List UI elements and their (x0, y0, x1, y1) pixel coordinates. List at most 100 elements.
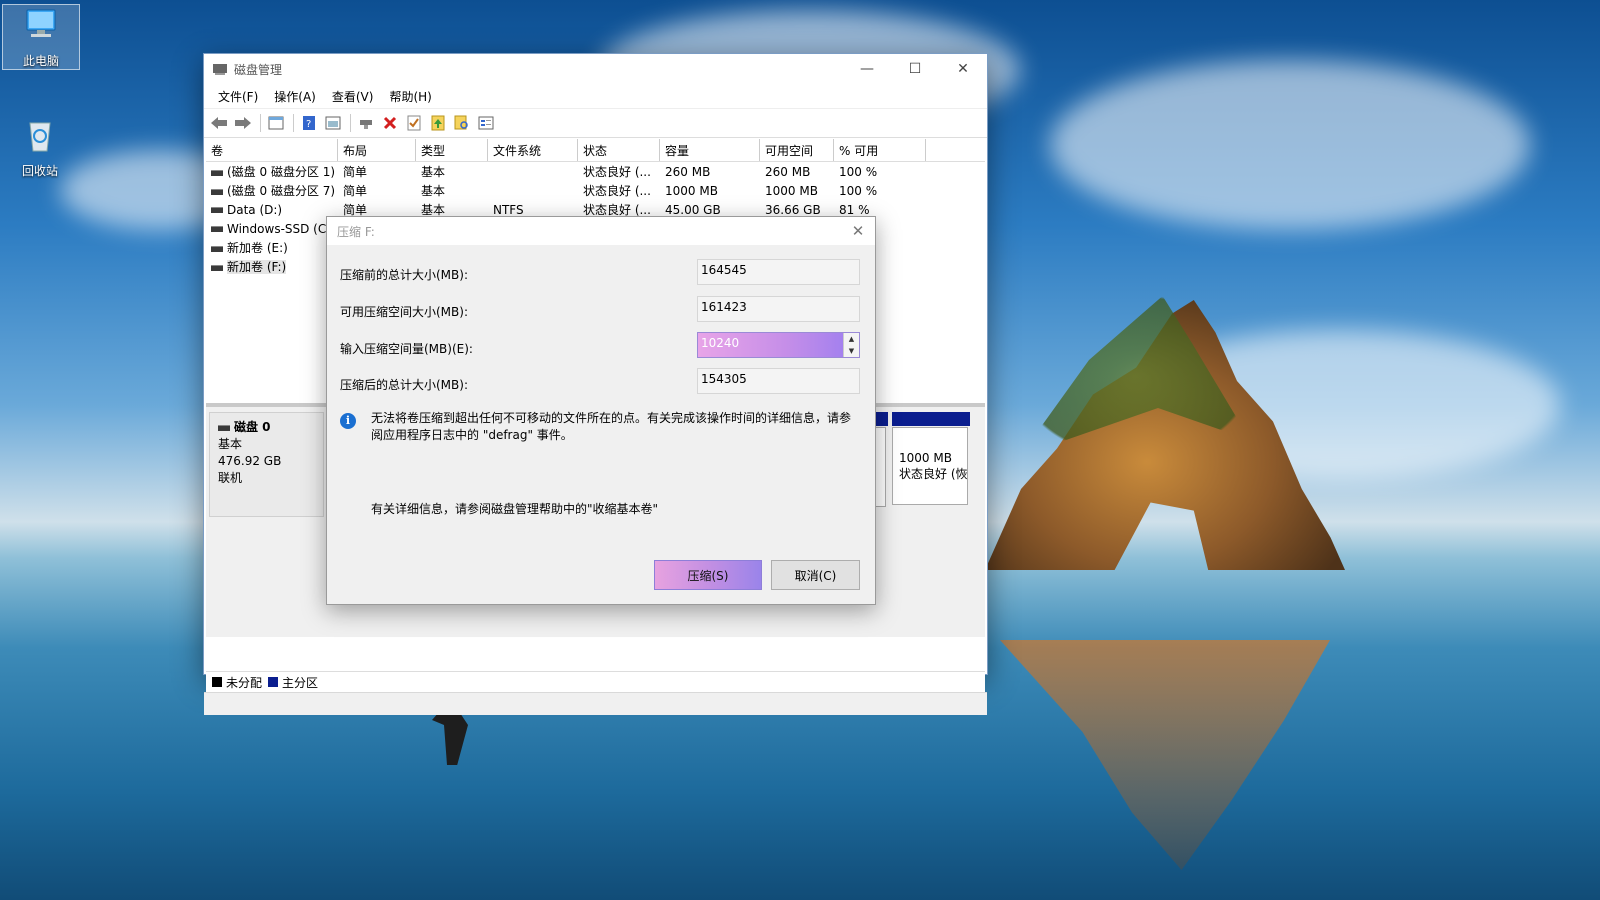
legend-swatch-primary (268, 677, 279, 687)
disk-icon (218, 424, 230, 431)
volume-percent: 100 % (839, 164, 878, 179)
delete-icon[interactable] (379, 112, 401, 134)
back-icon[interactable] (208, 112, 230, 134)
dialog-close-button[interactable]: ✕ (841, 222, 875, 240)
spin-down-icon[interactable]: ▼ (849, 347, 854, 355)
partition-size: 1000 MB (899, 451, 952, 465)
menu-help[interactable]: 帮助(H) (381, 88, 439, 105)
maximize-icon: ☐ (908, 61, 922, 77)
close-button[interactable]: ✕ (939, 54, 987, 84)
menu-file[interactable]: 文件(F) (210, 88, 266, 105)
menu-action[interactable]: 操作(A) (266, 88, 324, 105)
menu-view[interactable]: 查看(V) (324, 88, 382, 105)
volume-status: 状态良好 (... (583, 184, 651, 198)
column-header-layout[interactable]: 布局 (338, 139, 416, 161)
volume-capacity: 260 MB (665, 164, 711, 179)
check-icon[interactable] (403, 112, 425, 134)
disk-0-label[interactable]: 磁盘 0 基本 476.92 GB 联机 (209, 412, 324, 517)
available-shrink-field: 161423 (697, 296, 860, 322)
volume-icon (211, 226, 223, 232)
up-icon[interactable] (427, 112, 449, 134)
minimize-button[interactable]: — (843, 54, 891, 84)
disk-management-icon (212, 62, 228, 76)
volume-layout: 简单 (343, 184, 368, 198)
disk-state: 联机 (218, 471, 243, 485)
cancel-button[interactable]: 取消(C) (771, 560, 860, 590)
column-header-percent-free[interactable]: % 可用 (834, 139, 926, 161)
column-header-type[interactable]: 类型 (416, 139, 488, 161)
volume-icon (211, 245, 223, 252)
title-bar[interactable]: 磁盘管理 — ☐ ✕ (204, 54, 987, 84)
column-header-capacity[interactable]: 容量 (660, 139, 760, 161)
desktop-icon-this-pc[interactable]: 此电脑 (2, 4, 80, 70)
forward-icon[interactable] (232, 112, 254, 134)
properties-icon[interactable] (322, 112, 344, 134)
disk-size: 476.92 GB (218, 454, 282, 468)
info-message: 无法将卷压缩到超出任何不可移动的文件所在的点。有关完成该操作时间的详细信息，请参… (371, 411, 852, 442)
volume-row[interactable]: (磁盘 0 磁盘分区 1) 简单 基本 状态良好 (... 260 MB 260… (206, 162, 985, 181)
close-icon: ✕ (957, 61, 969, 77)
close-icon: ✕ (851, 222, 865, 240)
total-before-field: 164545 (697, 259, 860, 285)
volume-layout: 简单 (343, 165, 368, 179)
volume-free: 36.66 GB (765, 202, 821, 217)
settings-icon[interactable] (475, 112, 497, 134)
toolbar-divider (293, 114, 294, 132)
menu-bar: 文件(F) 操作(A) 查看(V) 帮助(H) (204, 84, 987, 108)
total-before-label: 压缩前的总计大小(MB): (340, 268, 468, 282)
volume-type: 基本 (421, 165, 446, 179)
search-icon[interactable] (451, 112, 473, 134)
shrink-button[interactable]: 压缩(S) (654, 560, 762, 590)
shrink-amount-value: 10240 (701, 336, 740, 350)
more-info-text: 有关详细信息，请参阅磁盘管理帮助中的"收缩基本卷" (371, 502, 659, 516)
maximize-button[interactable]: ☐ (891, 54, 939, 84)
volume-free: 1000 MB (765, 183, 818, 198)
toolbar: ? (204, 108, 987, 138)
volume-percent: 81 % (839, 202, 870, 217)
volume-list-header: 卷 布局 类型 文件系统 状态 容量 可用空间 % 可用 (206, 139, 985, 162)
spin-up-icon[interactable]: ▲ (849, 335, 854, 343)
volume-filesystem: NTFS (493, 202, 524, 217)
dialog-title-bar[interactable]: 压缩 F: ✕ (327, 217, 875, 245)
volume-icon (211, 264, 223, 271)
column-header-free-space[interactable]: 可用空间 (760, 139, 834, 161)
legend: 未分配 主分区 (206, 671, 985, 692)
total-after-field: 154305 (697, 368, 860, 394)
desktop-icon-recycle-bin[interactable]: 回收站 (2, 115, 78, 179)
volume-percent: 100 % (839, 183, 878, 198)
available-shrink-label: 可用压缩空间大小(MB): (340, 305, 468, 319)
desktop-icon-label: 此电脑 (22, 54, 59, 68)
volume-icon (211, 207, 223, 213)
column-header-filesystem[interactable]: 文件系统 (488, 139, 578, 161)
legend-unallocated: 未分配 (226, 675, 263, 690)
toolbar-divider (260, 114, 261, 132)
volume-row[interactable]: (磁盘 0 磁盘分区 7) 简单 基本 状态良好 (... 1000 MB 10… (206, 181, 985, 200)
dialog-title: 压缩 F: (337, 224, 375, 239)
volume-capacity: 1000 MB (665, 183, 718, 198)
volume-name: (磁盘 0 磁盘分区 1) (227, 165, 336, 179)
help-icon[interactable]: ? (298, 112, 320, 134)
disk-kind: 基本 (218, 437, 243, 451)
volume-name: (磁盘 0 磁盘分区 7) (227, 184, 336, 198)
column-header-volume[interactable]: 卷 (206, 139, 338, 161)
window-title: 磁盘管理 (234, 62, 283, 77)
status-bar (204, 692, 987, 715)
volume-icon (211, 188, 223, 195)
rock-reflection (1000, 640, 1330, 870)
disk-name: 磁盘 0 (234, 420, 271, 434)
partition-block[interactable]: 1000 MB 状态良好 (恢 (892, 427, 968, 505)
minimize-icon: — (860, 61, 874, 77)
cloud (1050, 60, 1530, 230)
volume-free: 260 MB (765, 164, 811, 179)
shrink-amount-stepper[interactable]: ▲ ▼ (843, 333, 859, 357)
shrink-amount-input[interactable]: 10240 ▲ ▼ (697, 332, 860, 358)
toolbar-divider (350, 114, 351, 132)
recycle-bin-icon (2, 115, 78, 158)
connect-icon[interactable] (355, 112, 377, 134)
console-tree-icon[interactable] (265, 112, 287, 134)
volume-name: 新加卷 (E:) (227, 241, 288, 255)
volume-capacity: 45.00 GB (665, 202, 721, 217)
volume-name: 新加卷 (F:) (227, 260, 287, 274)
legend-primary: 主分区 (282, 675, 319, 690)
column-header-status[interactable]: 状态 (578, 139, 660, 161)
